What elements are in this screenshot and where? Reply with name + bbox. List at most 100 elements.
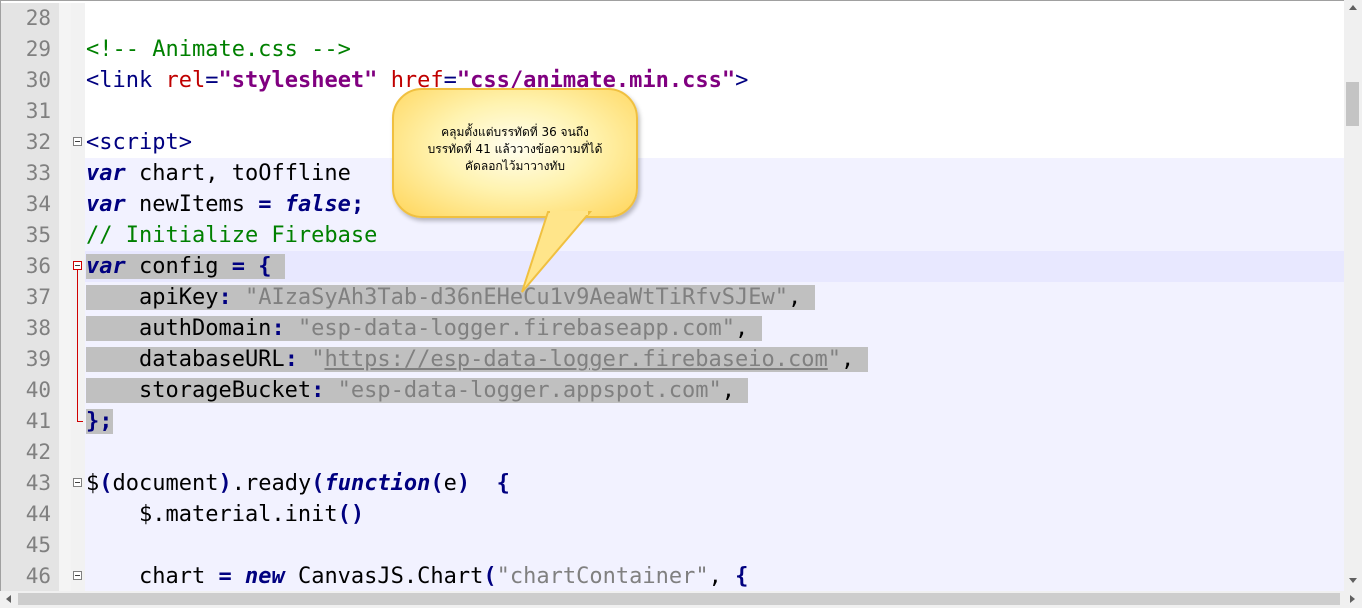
code-text[interactable]: var newItems = false; bbox=[86, 189, 364, 220]
code-text[interactable]: $.material.init() bbox=[86, 499, 364, 530]
callout-line: คัดลอกไว้มาวางทับ bbox=[465, 159, 565, 173]
fold-margin bbox=[71, 34, 85, 65]
bookmark-margin[interactable] bbox=[59, 3, 71, 34]
line-number: 33 bbox=[1, 158, 59, 189]
scroll-down-arrow-icon[interactable] bbox=[1349, 578, 1357, 583]
code-token: = bbox=[231, 254, 245, 279]
bookmark-margin[interactable] bbox=[59, 406, 71, 437]
code-text[interactable]: authDomain: "esp-data-logger.firebaseapp… bbox=[86, 313, 762, 344]
code-token: config bbox=[125, 254, 232, 279]
line-number: 28 bbox=[1, 3, 59, 34]
scroll-left-arrow-icon[interactable] bbox=[6, 595, 11, 603]
bookmark-margin[interactable] bbox=[59, 344, 71, 375]
code-token: " bbox=[827, 347, 842, 372]
fold-margin bbox=[71, 344, 85, 375]
code-line[interactable]: 32 <script> bbox=[1, 127, 1344, 158]
bookmark-margin[interactable] bbox=[59, 96, 71, 127]
code-line[interactable]: 44 $.material.init() bbox=[1, 499, 1344, 530]
vertical-scroll-thumb[interactable] bbox=[1346, 82, 1359, 126]
code-line[interactable]: 41}; bbox=[1, 406, 1344, 437]
horizontal-scroll-thumb[interactable] bbox=[18, 593, 1340, 605]
code-text[interactable]: chart = new CanvasJS.Chart("chartContain… bbox=[86, 561, 748, 591]
code-line[interactable]: 29 <!-- Animate.css --> bbox=[1, 34, 1344, 65]
bookmark-margin[interactable] bbox=[59, 530, 71, 561]
bookmark-margin[interactable] bbox=[59, 437, 71, 468]
code-token: CanvasJS.Chart bbox=[284, 564, 484, 589]
bookmark-margin[interactable] bbox=[59, 65, 71, 96]
bookmark-margin[interactable] bbox=[59, 375, 71, 406]
code-line[interactable]: 30 <link rel="stylesheet" href="css/anima… bbox=[1, 65, 1344, 96]
code-text[interactable]: var chart, toOffline bbox=[86, 158, 351, 189]
code-token: ) bbox=[456, 471, 471, 496]
code-line[interactable]: 46 chart = new CanvasJS.Chart("chartCont… bbox=[1, 561, 1344, 591]
fold-toggle-icon[interactable] bbox=[73, 261, 82, 270]
code-token: " bbox=[311, 347, 325, 372]
code-token: , bbox=[788, 285, 815, 310]
code-token: , bbox=[721, 378, 749, 403]
code-token: https://esp-data-logger.firebaseio.com bbox=[324, 347, 828, 372]
callout-line: บรรทัดที่ 41 แล้ววางข้อความที่ได้ bbox=[427, 142, 603, 156]
fold-toggle-icon[interactable] bbox=[73, 571, 82, 580]
scroll-right-arrow-icon[interactable] bbox=[1350, 595, 1355, 603]
code-token: = bbox=[258, 192, 272, 217]
code-text[interactable]: databaseURL: "https://esp-data-logger.fi… bbox=[86, 344, 868, 375]
bookmark-margin[interactable] bbox=[59, 251, 71, 282]
code-token bbox=[284, 316, 298, 341]
code-text[interactable]: var config = { bbox=[86, 251, 285, 282]
code-text[interactable]: <script> bbox=[86, 127, 192, 158]
bookmark-margin[interactable] bbox=[59, 220, 71, 251]
line-number: 37 bbox=[1, 282, 59, 313]
bookmark-margin[interactable] bbox=[59, 313, 71, 344]
fold-toggle-icon[interactable] bbox=[73, 137, 82, 146]
code-token bbox=[244, 254, 259, 279]
code-editor[interactable]: 28 29 <!-- Animate.css --> 30 <link rel="sty… bbox=[0, 0, 1344, 591]
code-token bbox=[231, 285, 245, 310]
code-token: function bbox=[324, 471, 431, 496]
bookmark-margin[interactable] bbox=[59, 499, 71, 530]
code-line[interactable]: 33 var chart, toOffline bbox=[1, 158, 1344, 189]
code-text[interactable]: }; bbox=[86, 406, 113, 437]
code-line[interactable]: 39 databaseURL: "https://esp-data-logger… bbox=[1, 344, 1344, 375]
bookmark-margin[interactable] bbox=[59, 189, 71, 220]
code-token: "esp-data-logger.firebaseapp.com" bbox=[297, 316, 736, 341]
code-line[interactable]: 45 bbox=[1, 530, 1344, 561]
horizontal-scrollbar[interactable] bbox=[0, 591, 1362, 608]
bookmark-margin[interactable] bbox=[59, 282, 71, 313]
code-text[interactable]: <!-- Animate.css --> bbox=[86, 34, 351, 65]
code-line[interactable]: 40 storageBucket: "esp-data-logger.appsp… bbox=[1, 375, 1344, 406]
code-text[interactable]: storageBucket: "esp-data-logger.appspot.… bbox=[86, 375, 749, 406]
code-line[interactable]: 31 bbox=[1, 96, 1344, 127]
code-line[interactable]: 35 // Initialize Firebase bbox=[1, 220, 1344, 251]
fold-margin bbox=[71, 127, 85, 158]
bookmark-margin[interactable] bbox=[59, 127, 71, 158]
code-line[interactable]: 34 var newItems = false; bbox=[1, 189, 1344, 220]
code-token: ( bbox=[430, 471, 444, 496]
code-line[interactable]: 37 apiKey: "AIzaSyAh3Tab-d36nEHeCu1v9Aea… bbox=[1, 282, 1344, 313]
fold-margin bbox=[71, 468, 85, 499]
code-line[interactable]: 28 bbox=[1, 3, 1344, 34]
code-token bbox=[271, 254, 285, 279]
code-line[interactable]: 36 var config = { bbox=[1, 251, 1344, 282]
fold-margin bbox=[71, 251, 85, 282]
bookmark-margin[interactable] bbox=[59, 34, 71, 65]
fold-margin bbox=[71, 3, 85, 34]
bookmark-margin[interactable] bbox=[59, 158, 71, 189]
scroll-up-arrow-icon[interactable] bbox=[1349, 5, 1357, 10]
code-line[interactable]: 43 $(document).ready(function(e) { bbox=[1, 468, 1344, 499]
vertical-scrollbar[interactable] bbox=[1344, 0, 1362, 591]
code-token: document bbox=[112, 471, 219, 496]
code-text[interactable]: apiKey: "AIzaSyAh3Tab-d36nEHeCu1v9AeaWtT… bbox=[86, 282, 815, 313]
code-token: ( bbox=[99, 471, 113, 496]
fold-margin bbox=[71, 530, 85, 561]
code-token: () bbox=[337, 502, 365, 527]
bookmark-margin[interactable] bbox=[59, 468, 71, 499]
bookmark-margin[interactable] bbox=[59, 561, 71, 591]
code-text[interactable]: // Initialize Firebase bbox=[86, 220, 377, 251]
code-token: e bbox=[443, 471, 457, 496]
code-token: } bbox=[86, 409, 100, 434]
code-text[interactable]: $(document).ready(function(e) { bbox=[86, 468, 510, 499]
code-line[interactable]: 42 bbox=[1, 437, 1344, 468]
fold-toggle-icon[interactable] bbox=[73, 478, 82, 487]
code-line[interactable]: 38 authDomain: "esp-data-logger.firebase… bbox=[1, 313, 1344, 344]
